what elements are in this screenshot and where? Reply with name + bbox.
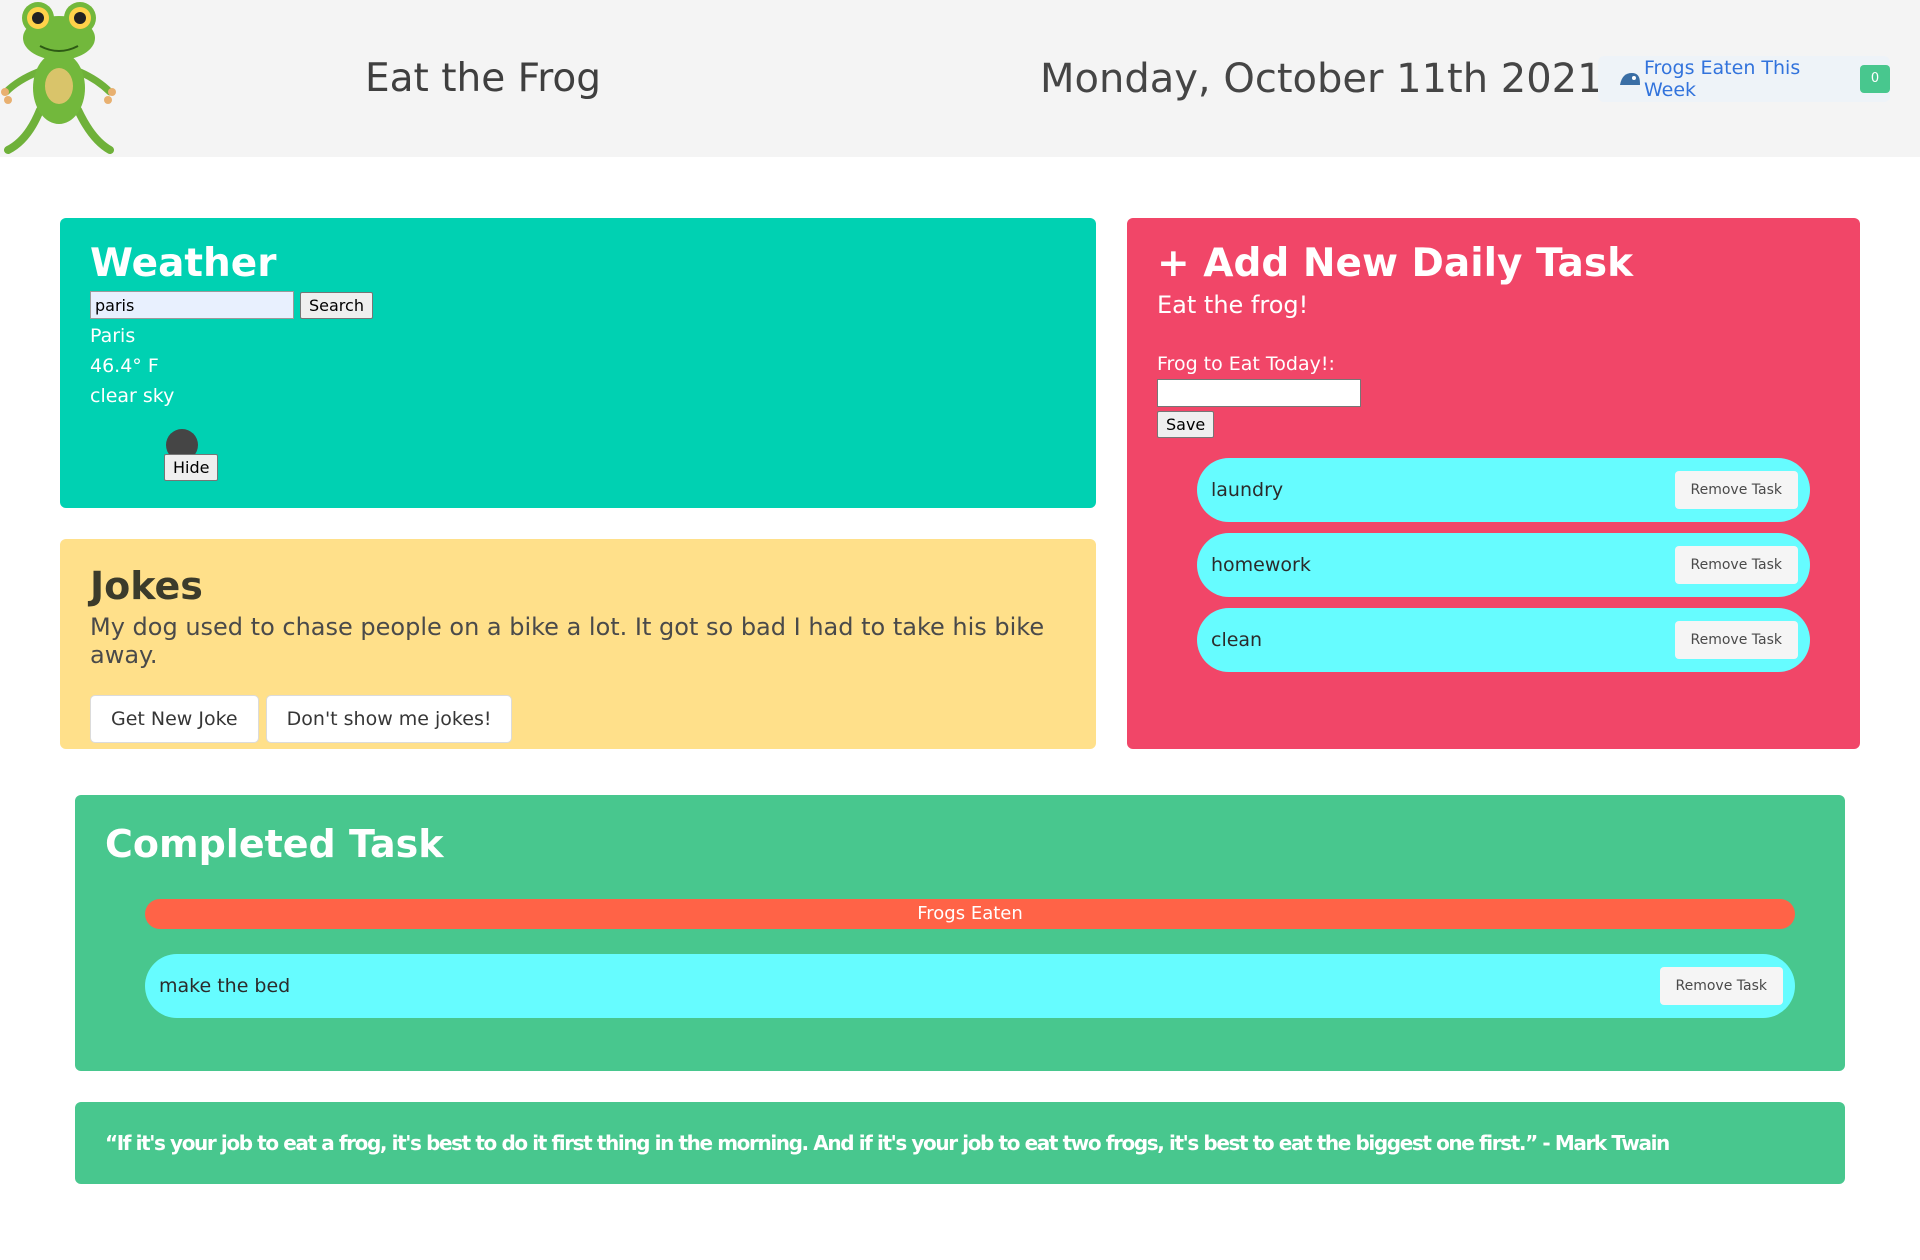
frog-logo-icon bbox=[1, 2, 116, 154]
weather-panel: Weather Search Paris 46.4° F clear sky H… bbox=[60, 218, 1096, 508]
quote-panel: “If it's your job to eat a frog, it's be… bbox=[75, 1102, 1845, 1184]
joke-text: My dog used to chase people on a bike a … bbox=[90, 613, 1045, 669]
task-item: homework Remove Task bbox=[1197, 533, 1810, 597]
weather-search-button[interactable]: Search bbox=[300, 291, 373, 319]
remove-task-button[interactable]: Remove Task bbox=[1674, 471, 1798, 509]
task-label: laundry bbox=[1211, 479, 1284, 501]
daily-task-title: + Add New Daily Task bbox=[1157, 241, 1634, 286]
remove-completed-task-button[interactable]: Remove Task bbox=[1659, 967, 1783, 1005]
completed-task-item: make the bed Remove Task bbox=[145, 954, 1795, 1018]
frog-task-input[interactable] bbox=[1157, 379, 1361, 407]
hide-weather-button[interactable]: Hide bbox=[164, 454, 219, 481]
frogs-eaten-label: Frogs Eaten This Week bbox=[1643, 57, 1801, 101]
city-search-input[interactable] bbox=[90, 291, 294, 319]
current-date: Monday, October 11th 2021 bbox=[1040, 56, 1603, 102]
frog-hat-icon bbox=[1619, 73, 1640, 85]
save-task-button[interactable]: Save bbox=[1157, 411, 1215, 438]
frogs-eaten-button[interactable]: Frogs Eaten This Week 0 bbox=[1598, 56, 1890, 102]
jokes-title: Jokes bbox=[90, 564, 203, 608]
daily-task-panel: + Add New Daily Task Eat the frog! Frog … bbox=[1127, 218, 1860, 749]
task-label: homework bbox=[1211, 554, 1311, 576]
task-label: clean bbox=[1211, 629, 1263, 651]
hide-jokes-button[interactable]: Don't show me jokes! bbox=[265, 695, 513, 743]
weather-title: Weather bbox=[90, 241, 277, 286]
quote-text: “If it's your job to eat a frog, it's be… bbox=[105, 1131, 1670, 1155]
task-item: laundry Remove Task bbox=[1197, 458, 1810, 522]
completed-title: Completed Task bbox=[105, 822, 444, 866]
daily-task-subtitle: Eat the frog! bbox=[1157, 291, 1309, 319]
weather-city: Paris bbox=[90, 325, 136, 347]
weather-description: clear sky bbox=[90, 385, 175, 407]
task-item: clean Remove Task bbox=[1197, 608, 1810, 672]
frog-input-label: Frog to Eat Today!: bbox=[1157, 353, 1335, 375]
app-title: Eat the Frog bbox=[365, 56, 602, 101]
weather-temperature: 46.4° F bbox=[90, 355, 159, 377]
jokes-panel: Jokes My dog used to chase people on a b… bbox=[60, 539, 1096, 749]
frogs-eaten-progress-bar: Frogs Eaten bbox=[145, 899, 1795, 929]
frogs-eaten-count-badge: 0 bbox=[1860, 65, 1890, 93]
header: Eat the Frog Monday, October 11th 2021 F… bbox=[0, 0, 1920, 157]
completed-task-panel: Completed Task Frogs Eaten make the bed … bbox=[75, 795, 1845, 1071]
daily-task-list: laundry Remove Task homework Remove Task… bbox=[1197, 458, 1830, 672]
get-new-joke-button[interactable]: Get New Joke bbox=[90, 695, 259, 743]
remove-task-button[interactable]: Remove Task bbox=[1674, 546, 1798, 584]
remove-task-button[interactable]: Remove Task bbox=[1674, 621, 1798, 659]
completed-task-label: make the bed bbox=[159, 975, 291, 997]
